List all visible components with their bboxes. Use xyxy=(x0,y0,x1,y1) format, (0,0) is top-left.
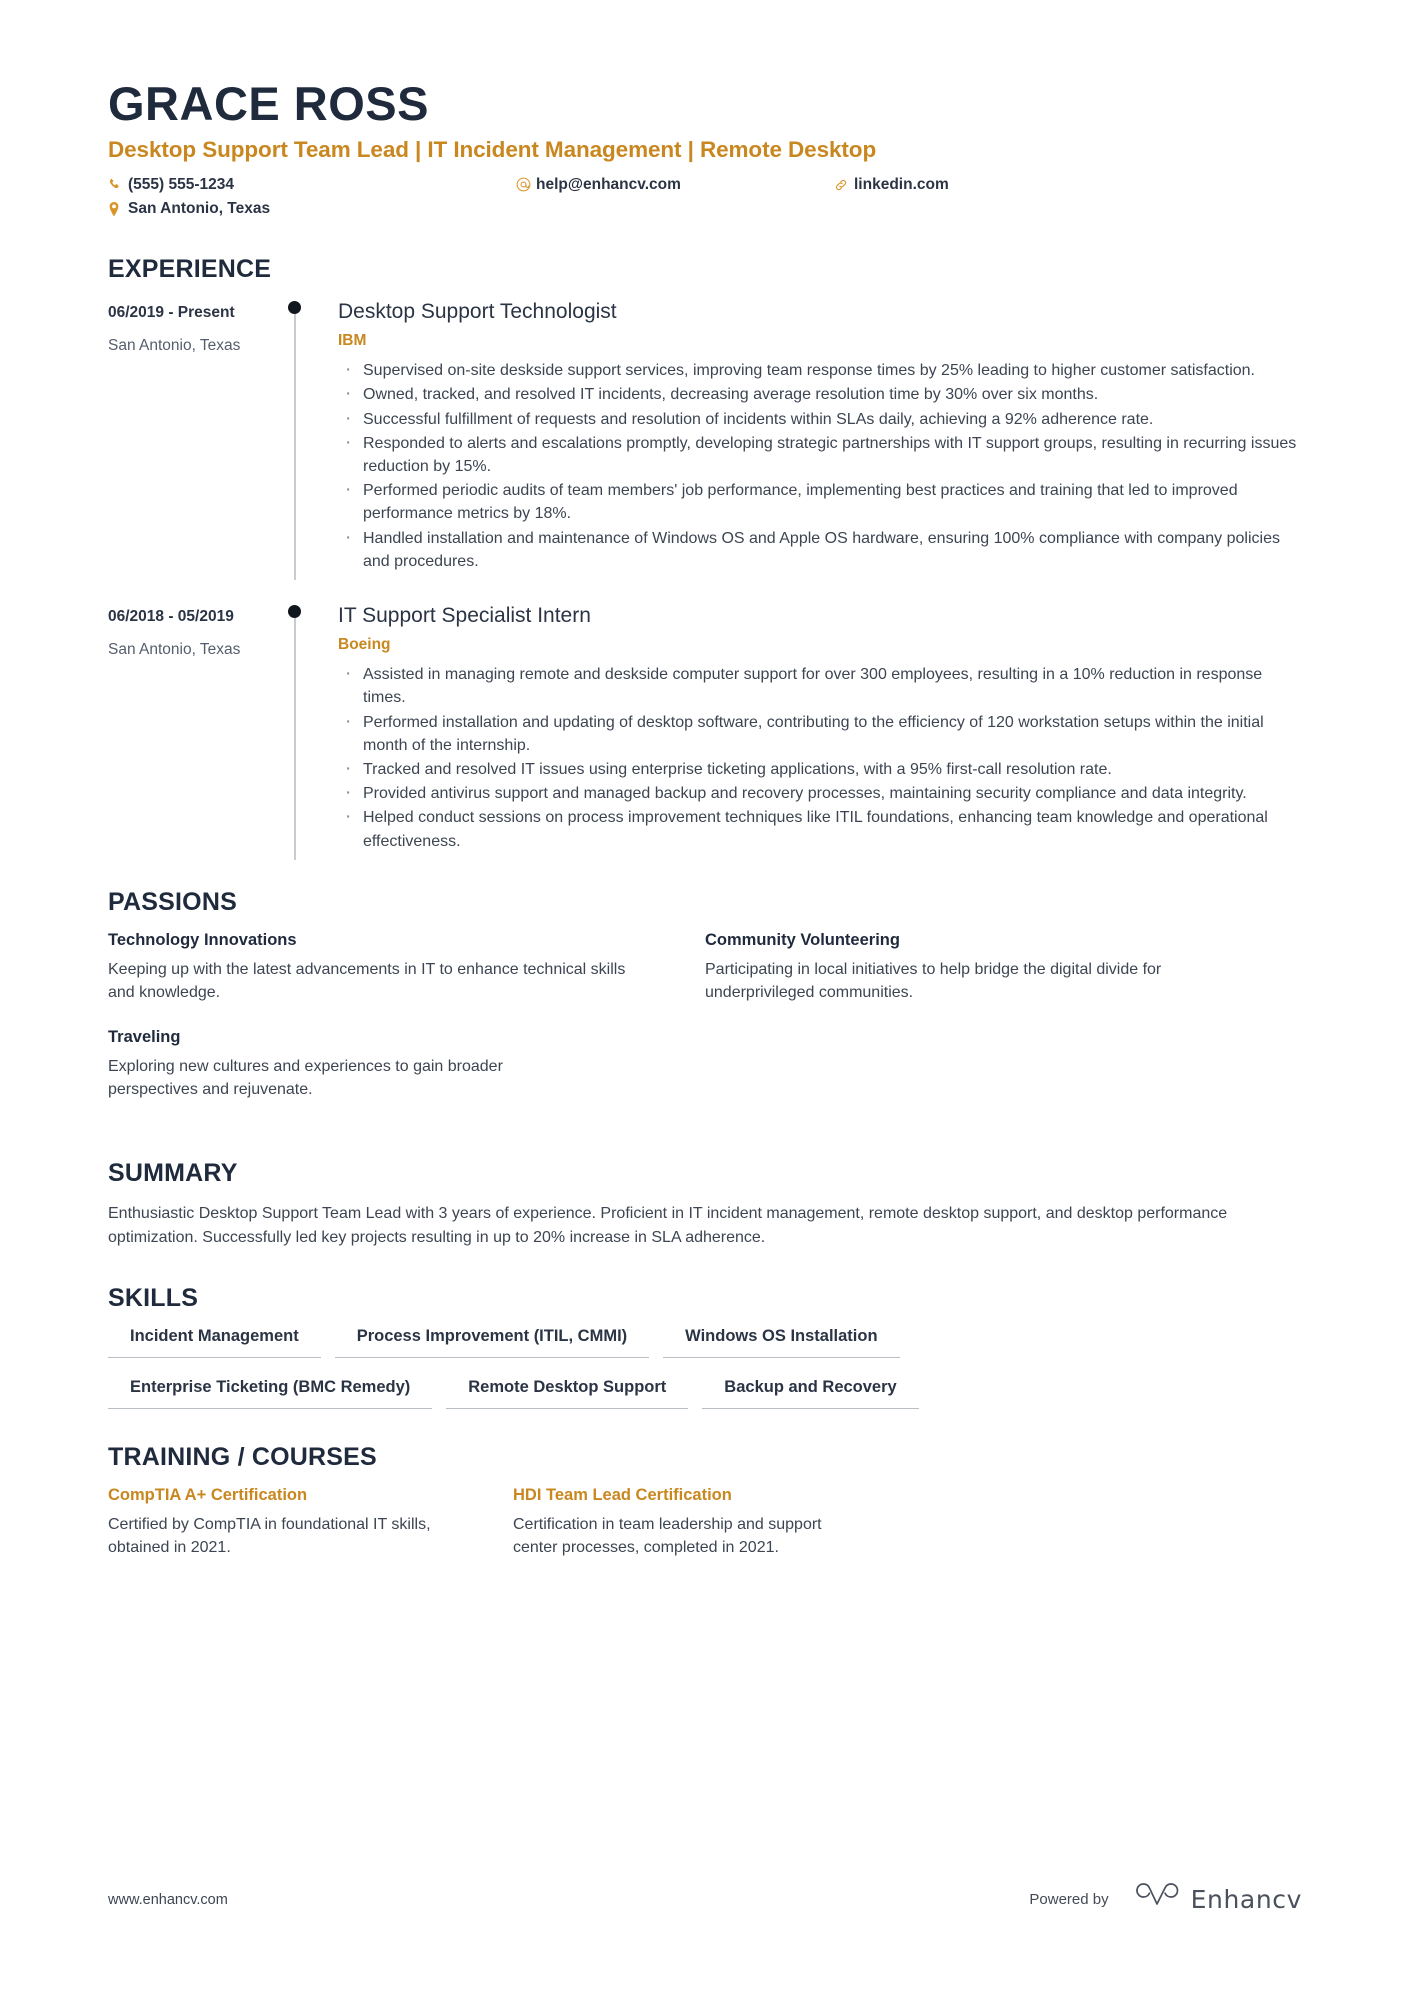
experience-date: 06/2019 - Present xyxy=(108,303,235,321)
list-item: Responded to alerts and escalations prom… xyxy=(338,429,1302,478)
contact-email-text: help@enhancv.com xyxy=(536,175,681,193)
resume-header: GRACE ROSS Desktop Support Team Lead | I… xyxy=(108,77,1302,221)
timeline-dot-icon xyxy=(288,300,301,314)
section-summary: SUMMARY Enthusiastic Desktop Support Tea… xyxy=(108,1159,1302,1249)
page-footer: www.enhancv.com Powered by Enhancv xyxy=(108,1882,1302,1917)
skill-chip: Enterprise Ticketing (BMC Remedy) xyxy=(108,1378,433,1409)
contact-phone-text: (555) 555-1234 xyxy=(128,175,234,193)
contact-row-primary: (555) 555-1234 help@enhancv.com linkedin… xyxy=(108,173,1302,197)
location-icon xyxy=(108,201,128,216)
passion-description: Participating in local initiatives to he… xyxy=(705,960,1162,1001)
contact-linkedin-text: linkedin.com xyxy=(854,175,949,193)
experience-role: IT Support Specialist Intern xyxy=(338,603,591,627)
training-description: Certification in team leadership and sup… xyxy=(513,1515,822,1556)
timeline-line xyxy=(294,613,296,860)
link-icon xyxy=(834,178,854,192)
list-item: Assisted in managing remote and deskside… xyxy=(338,660,1302,709)
contact-location-text: San Antonio, Texas xyxy=(128,199,271,217)
experience-body: Desktop Support Technologist IBM Supervi… xyxy=(338,298,1302,574)
experience-company: Boeing xyxy=(338,636,391,654)
list-item: Helped conduct sessions on process impro… xyxy=(338,803,1302,852)
skill-chip: Remote Desktop Support xyxy=(446,1378,689,1409)
phone-icon xyxy=(108,178,128,191)
page-title: GRACE ROSS xyxy=(108,77,429,130)
skill-chip: Incident Management xyxy=(108,1327,321,1358)
section-title-summary: SUMMARY xyxy=(108,1159,238,1188)
training-item: CompTIA A+ Certification Certified by Co… xyxy=(108,1486,513,1559)
passion-description: Keeping up with the latest advancements … xyxy=(108,960,626,1001)
passion-title: Community Volunteering xyxy=(705,930,900,949)
experience-bullets: Assisted in managing remote and deskside… xyxy=(338,660,1302,853)
experience-date: 06/2018 - 05/2019 xyxy=(108,607,234,625)
passion-item: Community Volunteering Participating in … xyxy=(705,931,1302,1004)
footer-url[interactable]: www.enhancv.com xyxy=(108,1892,228,1908)
section-training: TRAINING / COURSES CompTIA A+ Certificat… xyxy=(108,1443,1302,1559)
experience-role: Desktop Support Technologist xyxy=(338,299,617,323)
timeline-line xyxy=(294,309,296,580)
list-item: Supervised on-site deskside support serv… xyxy=(338,356,1302,384)
section-title-skills: SKILLS xyxy=(108,1283,199,1312)
timeline-dot-icon xyxy=(288,604,301,618)
list-item: Performed installation and updating of d… xyxy=(338,708,1302,757)
section-title-experience: EXPERIENCE xyxy=(108,254,272,283)
email-icon xyxy=(516,177,536,192)
section-passions: PASSIONS Technology Innovations Keeping … xyxy=(108,888,1302,1126)
list-item: Successful fulfillment of requests and r… xyxy=(338,405,1302,433)
contact-block: (555) 555-1234 help@enhancv.com linkedin… xyxy=(108,173,1302,221)
passion-item: Technology Innovations Keeping up with t… xyxy=(108,931,705,1004)
skills-row: Enterprise Ticketing (BMC Remedy) Remote… xyxy=(108,1378,1302,1409)
resume-page: GRACE ROSS Desktop Support Team Lead | I… xyxy=(0,0,1410,1995)
training-description: Certified by CompTIA in foundational IT … xyxy=(108,1515,431,1556)
passion-description: Exploring new cultures and experiences t… xyxy=(108,1058,503,1099)
summary-text: Enthusiastic Desktop Support Team Lead w… xyxy=(108,1205,1228,1247)
section-skills: SKILLS Incident Management Process Impro… xyxy=(108,1284,1302,1409)
training-title: CompTIA A+ Certification xyxy=(108,1485,308,1504)
timeline-rail xyxy=(276,602,338,860)
experience-body: IT Support Specialist Intern Boeing Assi… xyxy=(338,602,1302,854)
powered-by-label: Powered by xyxy=(1029,1891,1109,1908)
contact-phone[interactable]: (555) 555-1234 xyxy=(108,173,516,197)
contact-location: San Antonio, Texas xyxy=(108,197,516,221)
experience-location: San Antonio, Texas xyxy=(108,640,241,658)
skills-row: Incident Management Process Improvement … xyxy=(108,1327,1302,1358)
passion-title: Technology Innovations xyxy=(108,930,297,949)
contact-row-secondary: San Antonio, Texas xyxy=(108,197,1302,221)
experience-location: San Antonio, Texas xyxy=(108,336,241,354)
training-grid: CompTIA A+ Certification Certified by Co… xyxy=(108,1486,1302,1559)
brand-name: Enhancv xyxy=(1190,1885,1302,1914)
skill-chip: Backup and Recovery xyxy=(702,1378,919,1409)
training-title: HDI Team Lead Certification xyxy=(513,1485,732,1504)
footer-branding: Powered by Enhancv xyxy=(1029,1882,1302,1917)
experience-meta: 06/2018 - 05/2019 San Antonio, Texas xyxy=(108,602,276,854)
training-item: HDI Team Lead Certification Certificatio… xyxy=(513,1486,918,1559)
experience-entry: 06/2018 - 05/2019 San Antonio, Texas IT … xyxy=(108,602,1302,860)
experience-bullets: Supervised on-site deskside support serv… xyxy=(338,356,1302,573)
skills-list: Incident Management Process Improvement … xyxy=(108,1327,1302,1409)
contact-linkedin[interactable]: linkedin.com xyxy=(834,173,1134,197)
passions-grid: Technology Innovations Keeping up with t… xyxy=(108,931,1302,1126)
contact-email[interactable]: help@enhancv.com xyxy=(516,173,834,197)
section-title-training: TRAINING / COURSES xyxy=(108,1442,377,1471)
professional-headline: Desktop Support Team Lead | IT Incident … xyxy=(108,136,877,162)
list-item: Performed periodic audits of team member… xyxy=(338,476,1302,525)
section-experience: EXPERIENCE 06/2019 - Present San Antonio… xyxy=(108,254,1302,860)
list-item: Provided antivirus support and managed b… xyxy=(338,779,1302,807)
experience-meta: 06/2019 - Present San Antonio, Texas xyxy=(108,298,276,574)
list-item: Owned, tracked, and resolved IT incident… xyxy=(338,380,1302,408)
experience-company: IBM xyxy=(338,332,367,350)
enhancv-logo-icon xyxy=(1135,1882,1179,1917)
list-item: Tracked and resolved IT issues using ent… xyxy=(338,755,1302,783)
section-title-passions: PASSIONS xyxy=(108,887,237,916)
skill-chip: Windows OS Installation xyxy=(663,1327,900,1358)
passion-item: Traveling Exploring new cultures and exp… xyxy=(108,1028,705,1101)
timeline-rail xyxy=(276,298,338,580)
experience-entry: 06/2019 - Present San Antonio, Texas Des… xyxy=(108,298,1302,580)
list-item: Handled installation and maintenance of … xyxy=(338,523,1302,573)
skill-chip: Process Improvement (ITIL, CMMI) xyxy=(334,1327,650,1358)
passion-title: Traveling xyxy=(108,1028,181,1047)
